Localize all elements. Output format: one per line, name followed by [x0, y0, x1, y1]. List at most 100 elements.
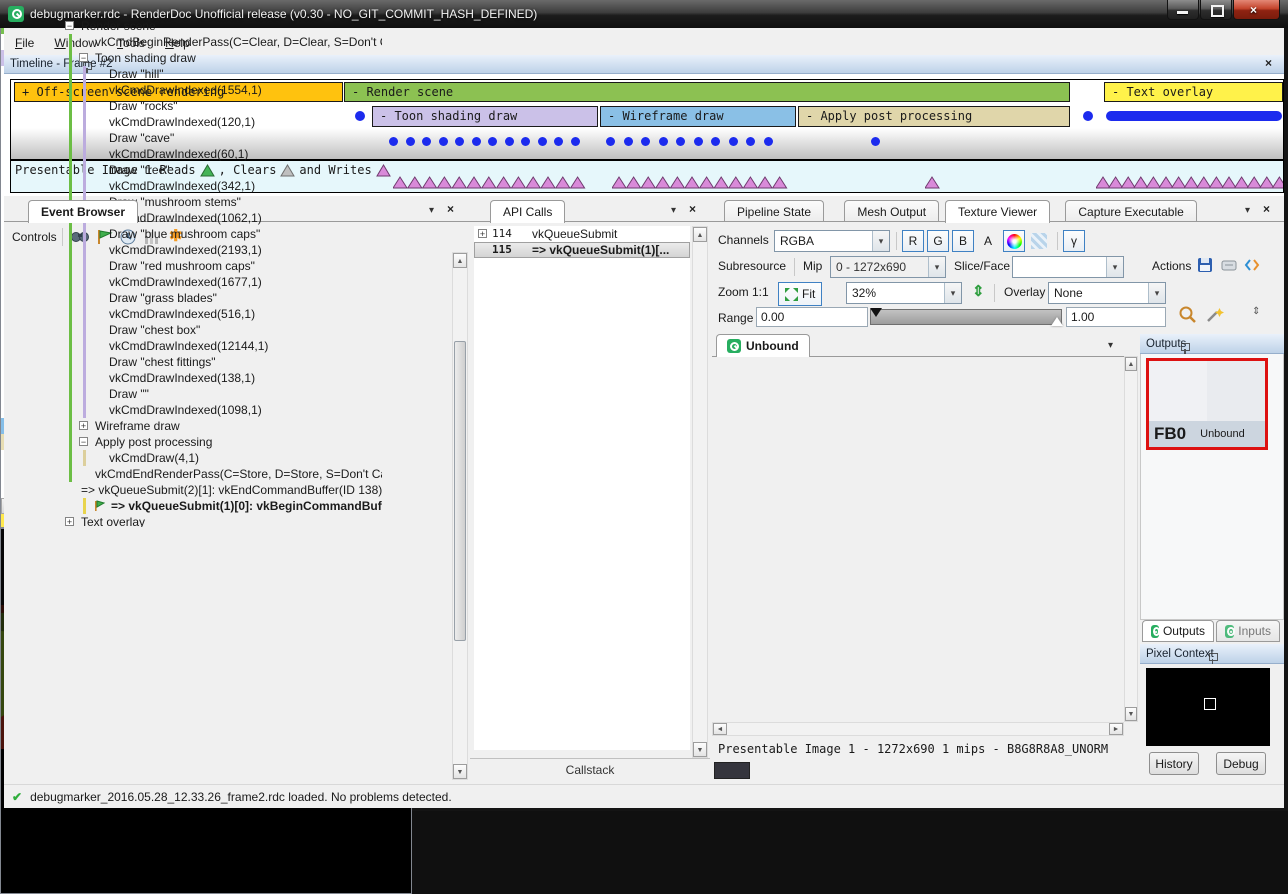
event-browser-scrollbar[interactable]: ▲ ▼	[452, 252, 468, 780]
timeline-draw-dot[interactable]	[729, 137, 738, 146]
close-icon[interactable]: ×	[1263, 203, 1270, 215]
timeline-draw-dot[interactable]	[659, 137, 668, 146]
event-row[interactable]: 66vkCmdDrawIndexed(2193,1)46.37037	[1, 242, 443, 258]
event-row[interactable]: 51-76−Toon shading draw1017.7...	[1, 50, 443, 66]
color-wheel-button[interactable]	[1003, 230, 1025, 252]
timeline-draw-dot[interactable]	[488, 137, 497, 146]
tab-pipeline-state[interactable]: Pipeline State	[724, 200, 824, 222]
chevron-down-icon[interactable]: ▾	[671, 205, 676, 216]
timeline-block[interactable]: - Wireframe draw	[600, 106, 796, 127]
event-row[interactable]: 46-111−Render scene3064.7...	[1, 18, 443, 34]
range-black-marker[interactable]	[870, 308, 882, 317]
timeline-draw-dot[interactable]	[746, 137, 755, 146]
mip-combo[interactable]: 0 - 1272x690▾	[830, 256, 946, 278]
timeline-draw-dot[interactable]	[606, 137, 615, 146]
chevron-down-icon[interactable]: ▾	[1108, 340, 1113, 351]
debug-button[interactable]: Debug	[1216, 752, 1266, 775]
event-row[interactable]: 111vkCmdEndRenderPass(C=Store, D=Store, …	[1, 466, 443, 482]
timeline-draw-dot[interactable]	[624, 137, 633, 146]
close-icon[interactable]: ×	[689, 203, 696, 215]
event-row[interactable]: 67Draw "red mushroom caps"45.77778	[1, 258, 443, 274]
timeline-draw-bar[interactable]	[1106, 111, 1282, 121]
zoom-1to1-button[interactable]: 1:1	[752, 285, 769, 299]
timeline-draw-dot[interactable]	[1083, 111, 1093, 121]
timeline-draw-dot[interactable]	[406, 137, 415, 146]
event-row[interactable]: 59Draw "cave"37.62963	[1, 130, 443, 146]
expand-icon[interactable]: +	[478, 229, 487, 238]
tab-outputs[interactable]: Outputs	[1142, 620, 1214, 642]
timeline-draw-dot[interactable]	[641, 137, 650, 146]
event-row[interactable]: 60vkCmdDrawIndexed(60,1)37.62963	[1, 146, 443, 162]
outputs-dock-header[interactable]: Outputs	[1140, 334, 1284, 354]
timeline-draw-dot[interactable]	[472, 137, 481, 146]
blue-channel-button[interactable]: B	[952, 230, 974, 252]
callstack-section[interactable]: Callstack	[470, 758, 710, 781]
checkerboard-button[interactable]	[1028, 230, 1050, 252]
event-row[interactable]: 73Draw "chest fittings"57.18518	[1, 354, 443, 370]
tab-event-browser[interactable]: Event Browser	[28, 200, 138, 223]
timeline-draw-dot[interactable]	[389, 137, 398, 146]
timeline-draw-dot[interactable]	[538, 137, 547, 146]
event-row[interactable]: 74vkCmdDrawIndexed(138,1)57.18518	[1, 370, 443, 386]
zoom-range-icon[interactable]	[1178, 305, 1198, 328]
event-row[interactable]: 76vkCmdDrawIndexed(1098,1)57.33333	[1, 402, 443, 418]
autofit-wand-icon[interactable]	[1204, 305, 1224, 328]
event-row[interactable]: 115=> vkQueueSubmit(1)[0]: vkBeginComman…	[1, 498, 443, 514]
tab-unbound-texture[interactable]: Unbound	[716, 334, 810, 357]
timeline-draw-dot[interactable]	[554, 137, 563, 146]
event-row[interactable]: 75Draw ""57.33333	[1, 386, 443, 402]
channels-combo[interactable]: RGBA▾	[774, 230, 890, 252]
maximize-button[interactable]	[1200, 0, 1232, 20]
timeline-block[interactable]: - Text overlay	[1104, 82, 1283, 102]
timeline-draw-dot[interactable]	[764, 137, 773, 146]
overlay-combo[interactable]: None▾	[1048, 282, 1166, 304]
event-row[interactable]: 113=> vkQueueSubmit(2)[1]: vkEndCommandB…	[1, 482, 443, 498]
collapse-icon[interactable]: −	[65, 21, 74, 30]
event-row[interactable]: 107-...−Apply post processing262.37...	[1, 434, 443, 450]
pixel-context-header[interactable]: Pixel Context	[1140, 644, 1284, 664]
range-min-field[interactable]: 0.00	[756, 307, 868, 327]
texture-vscrollbar[interactable]: ▲ ▼	[1124, 356, 1138, 722]
more-controls-icon[interactable]: ⇕	[1252, 306, 1260, 317]
event-row[interactable]: 56vkCmdDrawIndexed(1554,1)39.25926	[1, 82, 443, 98]
timeline-draw-dot[interactable]	[422, 137, 431, 146]
event-row[interactable]: 55Draw "hill"39.25926	[1, 66, 443, 82]
event-row[interactable]: 71Draw "chest box"57.62963	[1, 322, 443, 338]
event-row[interactable]: 68vkCmdDrawIndexed(1677,1)45.77778	[1, 274, 443, 290]
chevron-down-icon[interactable]: ▾	[429, 205, 434, 216]
menu-file[interactable]: File	[6, 33, 43, 53]
event-row[interactable]: 65Draw "blue mushroom caps"46.37037	[1, 226, 443, 242]
pin-icon[interactable]	[1180, 342, 1190, 354]
timeline-draw-dot[interactable]	[439, 137, 448, 146]
fb0-thumbnail[interactable]: FB0 Unbound	[1146, 358, 1268, 450]
timeline-draw-dot[interactable]	[521, 137, 530, 146]
event-row[interactable]: 72vkCmdDrawIndexed(12144,1)57.62963	[1, 338, 443, 354]
close-icon[interactable]: ×	[1265, 57, 1272, 69]
expand-icon[interactable]: +	[79, 421, 88, 430]
collapse-icon[interactable]: −	[79, 437, 88, 446]
fit-button[interactable]: Fit	[778, 282, 822, 306]
timeline-block[interactable]: - Render scene	[344, 82, 1070, 102]
timeline-draw-dot[interactable]	[871, 137, 880, 146]
close-icon[interactable]: ×	[447, 203, 454, 215]
timeline-block[interactable]: - Apply post processing	[798, 106, 1070, 127]
event-row[interactable]: 69Draw "grass blades"45.03704	[1, 290, 443, 306]
flip-y-icon[interactable]: ⇕	[972, 282, 985, 300]
tab-inputs[interactable]: Inputs	[1216, 620, 1280, 642]
event-row[interactable]: 116-...+Text overlay511.7037	[1, 514, 443, 528]
attach-icon[interactable]	[1220, 256, 1238, 277]
tab-texture-viewer[interactable]: Texture Viewer	[945, 200, 1050, 223]
event-row[interactable]: 58vkCmdDrawIndexed(120,1)37.77778	[1, 114, 443, 130]
tab-api-calls[interactable]: API Calls	[490, 200, 565, 223]
alpha-channel-button[interactable]: A	[977, 230, 999, 252]
save-icon[interactable]	[1196, 256, 1214, 277]
gamma-button[interactable]: γ	[1063, 230, 1085, 252]
timeline-draw-dot[interactable]	[455, 137, 464, 146]
red-channel-button[interactable]: R	[902, 230, 924, 252]
open-in-code-icon[interactable]	[1243, 256, 1261, 277]
expand-icon[interactable]: +	[65, 517, 74, 526]
event-row[interactable]: 57Draw "rocks"37.77778	[1, 98, 443, 114]
history-button[interactable]: History	[1149, 752, 1199, 775]
event-row[interactable]: 109vkCmdDraw(4,1)262.37...	[1, 450, 443, 466]
event-row[interactable]: 78-104+Wireframe draw1784.5...	[1, 418, 443, 434]
